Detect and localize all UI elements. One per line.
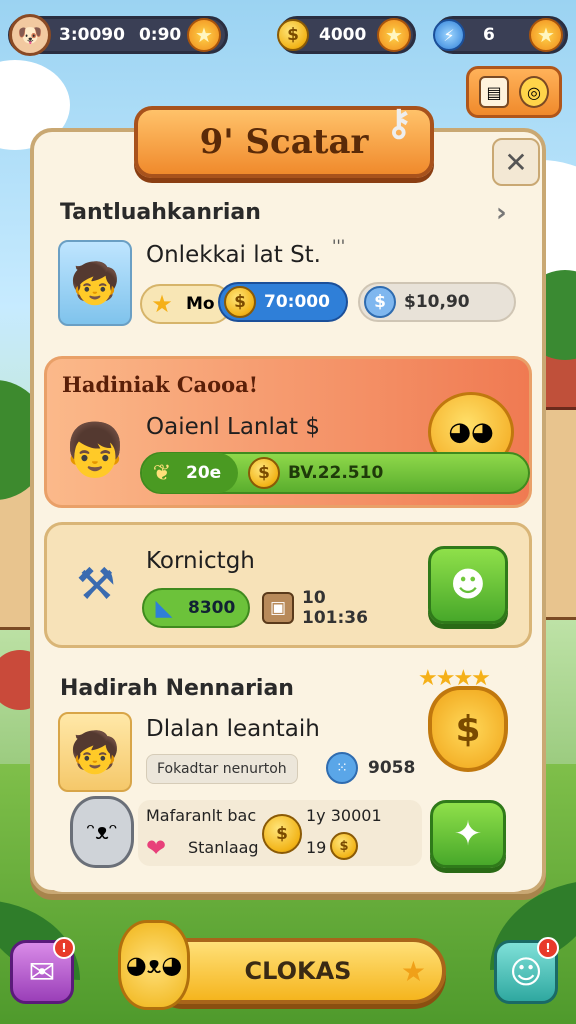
section1-coin-value: 70:000 <box>264 292 330 312</box>
coin-value: 4000 <box>319 25 367 45</box>
timer-value: 0:90 <box>138 25 182 45</box>
section4-sub-amount2: 19 <box>306 838 327 857</box>
player-value: 3:0090 <box>59 25 125 45</box>
section4-claim-button[interactable]: ✦ <box>430 800 506 868</box>
section1-item-dots: ''' <box>332 236 346 255</box>
gem-icon: ⚡ <box>433 19 465 51</box>
gem-value: 6 <box>483 25 495 45</box>
mail-button[interactable]: ✉ ! <box>10 937 75 1004</box>
speech-bubble-icon: ⁙ <box>326 752 358 784</box>
section1-title: Tantluahkanrian <box>60 200 261 225</box>
person-icon: ☺ <box>509 953 543 991</box>
section3-item-title: Kornictgh <box>146 548 255 574</box>
stars-icon: ★★★★ <box>418 666 491 691</box>
coin-icon: $ <box>262 814 302 854</box>
coin-icon: $ <box>224 286 256 318</box>
section1-star-value: Mo <box>186 294 215 314</box>
mascot-icon: ᵔᴥᵔ <box>70 796 134 868</box>
section3-box-value: 10 101:36 <box>302 588 368 628</box>
section2-coin-value: BV.22.510 <box>288 463 384 483</box>
main-action-button[interactable]: CLOKAS ★ <box>150 938 446 1004</box>
player-status-bar[interactable]: 🐶 3:0090 0:90 ★ <box>8 14 228 56</box>
section1-money-chip: $ $10,90 <box>358 282 516 322</box>
star-icon: ★ <box>400 954 426 988</box>
section2-coin-chip: $ BV.22.510 <box>244 453 384 493</box>
section2-title: Hadiniak Caooa! <box>62 372 258 397</box>
shield-coin-icon: $ <box>428 686 508 772</box>
notification-badge: ! <box>53 937 75 959</box>
dollar-badge-icon: $ <box>364 286 396 318</box>
section4-tag: Fokadtar nenurtoh <box>146 754 298 784</box>
section1-avatar: 🧒 <box>58 240 132 326</box>
profile-button[interactable]: ☺ ! <box>494 937 559 1004</box>
crate-icon: ▣ <box>262 592 294 624</box>
coin-stack-icon[interactable]: ◎ <box>519 76 549 108</box>
section1-item-title: Onlekkai lat St. <box>146 242 321 268</box>
section3-box-chip: ▣ 10 101:36 <box>258 588 408 628</box>
add-coins-star-icon[interactable]: ★ <box>377 18 411 52</box>
close-icon: ✕ <box>504 145 528 179</box>
section4-title: Hadirah Nennarian <box>60 676 294 701</box>
boot-icon: ◣ <box>155 595 173 621</box>
section4-sub-amount1: 1y 30001 <box>306 806 382 825</box>
main-action-label: CLOKAS <box>244 957 352 985</box>
section4-sub-line1: Mafaranlt bac <box>146 806 257 825</box>
section2-leaf-value: 20e <box>186 463 222 483</box>
notification-badge: ! <box>537 937 559 959</box>
envelope-icon: ✉ <box>28 953 56 991</box>
section2-avatar: 👦 <box>62 420 128 481</box>
section4-avatar: 🧒 <box>58 712 132 792</box>
top-shortcuts: ▤ ◎ <box>466 66 562 118</box>
section3-boot-chip: ◣ 8300 <box>142 588 250 628</box>
heart-icon: ❤ <box>146 834 167 862</box>
section1-arrow-icon[interactable]: › <box>496 198 507 228</box>
coin-counter[interactable]: $ 4000 ★ <box>277 16 416 54</box>
add-gems-star-icon[interactable]: ★ <box>529 18 563 52</box>
section1-coin-chip: $ 70:000 <box>218 282 348 322</box>
key-icon: ⚷ <box>385 102 412 144</box>
section3-claim-button[interactable]: ☻ <box>428 546 508 624</box>
leaf-icon: ❦ <box>152 460 172 486</box>
dog-mascot-icon: ◕ᴥ◕ <box>118 920 190 1010</box>
section4-sub-line2: Stanlaag <box>188 838 259 857</box>
panel-title-banner: 9' Scatar ⚷ <box>134 102 434 178</box>
player-avatar-icon[interactable]: 🐶 <box>9 14 51 56</box>
section2-item-title: Oaienl Lanlat $ <box>146 414 320 440</box>
section4-count: 9058 <box>368 758 416 778</box>
gem-counter[interactable]: ⚡ 6 ★ <box>433 16 568 54</box>
coin-icon: $ <box>248 457 280 489</box>
section4-item-title: Dlalan leantaih <box>146 716 320 742</box>
small-coin-icon: $ <box>330 832 358 860</box>
section3-boot-value: 8300 <box>188 598 236 618</box>
section1-money-value: $10,90 <box>404 292 470 312</box>
claim-icon: ☻ <box>450 565 486 605</box>
sparkle-icon: ✦ <box>453 814 483 854</box>
panel-title: 9' Scatar <box>199 122 369 162</box>
close-button[interactable]: ✕ <box>492 138 540 186</box>
star-icon[interactable]: ★ <box>187 18 221 52</box>
section2-leaf-chip: ❦ 20e <box>142 453 238 493</box>
tools-icon: ⚒ <box>76 558 116 610</box>
star-icon: ★ <box>151 290 173 318</box>
coin-icon: $ <box>277 19 309 51</box>
shop-icon[interactable]: ▤ <box>479 76 509 108</box>
